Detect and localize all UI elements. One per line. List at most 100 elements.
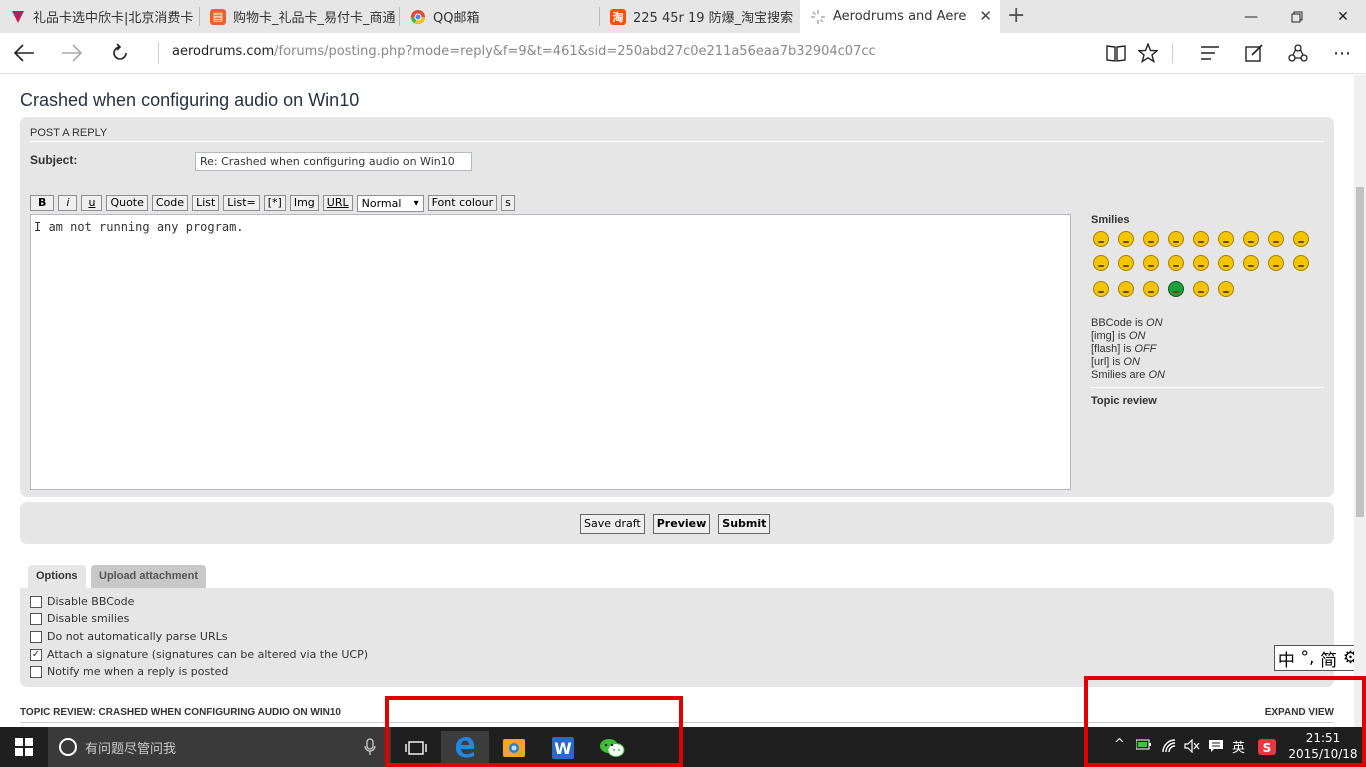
shop-icon: ▤: [210, 8, 226, 25]
smiley-icon[interactable]: [1118, 281, 1134, 297]
smiley-icon[interactable]: [1193, 231, 1209, 247]
smiley-icon[interactable]: [1168, 255, 1184, 271]
subject-input[interactable]: Re: Crashed when configuring audio on Wi…: [195, 152, 472, 171]
back-arrow-icon[interactable]: [8, 39, 40, 67]
flash-status-line: [flash] is OFF: [1091, 343, 1157, 355]
quote-button[interactable]: Quote: [106, 195, 148, 211]
code-button[interactable]: Code: [151, 195, 189, 211]
close-icon[interactable]: ✕: [979, 8, 992, 24]
submit-button[interactable]: Submit: [718, 514, 771, 534]
smiley-icon[interactable]: [1293, 255, 1309, 271]
highlight-box-taskbar-apps: [385, 696, 683, 767]
smiley-icon[interactable]: [1218, 231, 1234, 247]
option-notify-reply[interactable]: Notify me when a reply is posted: [30, 665, 228, 678]
favorite-star-icon[interactable]: [1132, 39, 1164, 67]
address-field[interactable]: aerodrums.com/forums/posting.php?mode=re…: [158, 42, 1058, 64]
smiley-icon[interactable]: [1118, 231, 1134, 247]
tab-2[interactable]: QQ邮箱: [400, 0, 600, 33]
font-size-select[interactable]: Normal ▾: [356, 195, 424, 212]
option-disable-smilies[interactable]: Disable smilies: [30, 612, 129, 625]
list-item-button[interactable]: [*]: [263, 195, 286, 211]
tab-options[interactable]: Options: [28, 565, 86, 588]
post-reply-heading: POST A REPLY: [30, 127, 108, 139]
ime-lang[interactable]: 中: [1278, 646, 1295, 671]
smiley-icon[interactable]: [1268, 231, 1284, 247]
smiley-icon[interactable]: [1218, 255, 1234, 271]
smiley-icon[interactable]: [1268, 255, 1284, 271]
checkbox[interactable]: [30, 630, 42, 643]
gear-icon[interactable]: ⚙: [1343, 648, 1354, 668]
topic-title: Crashed when configuring audio on Win10: [20, 90, 360, 110]
forward-arrow-icon[interactable]: [56, 39, 88, 67]
restore-button[interactable]: [1274, 0, 1320, 33]
tab-label: QQ邮箱: [433, 11, 480, 26]
checkbox[interactable]: [30, 665, 42, 678]
smiley-icon[interactable]: [1143, 281, 1159, 297]
share-icon[interactable]: [1282, 39, 1314, 67]
navigation-bar: aerodrums.com/forums/posting.php?mode=re…: [0, 33, 1366, 74]
list-button[interactable]: List: [192, 195, 220, 211]
smiley-icon[interactable]: [1143, 231, 1159, 247]
windows-start-icon[interactable]: [0, 730, 48, 764]
url-button[interactable]: URL: [322, 195, 353, 211]
ime-punct[interactable]: °,: [1301, 648, 1315, 668]
tab-4-active[interactable]: Aerodrums and Aered fo ✕: [800, 0, 1000, 33]
tab-label: 225 45r 19 防爆_淘宝搜索: [633, 11, 794, 26]
checkbox[interactable]: [30, 612, 42, 625]
option-attach-signature[interactable]: ✓ Attach a signature (signatures can be a…: [30, 648, 368, 661]
underline-button[interactable]: u: [81, 195, 103, 211]
tab-1[interactable]: ▤ 购物卡_礼品卡_易付卡_商通: [200, 0, 400, 33]
hub-icon[interactable]: [1194, 39, 1226, 67]
font-colour-button[interactable]: Font colour: [427, 195, 498, 211]
message-textarea[interactable]: I am not running any program.: [30, 214, 1071, 490]
cortana-search-box[interactable]: 有问题尽管问我: [48, 727, 391, 767]
bbcode-status-line: BBCode is ON: [1091, 317, 1163, 329]
smiley-icon[interactable]: [1293, 231, 1309, 247]
reading-view-icon[interactable]: [1100, 39, 1132, 67]
microphone-icon[interactable]: [364, 738, 376, 760]
smiley-icon[interactable]: [1143, 255, 1159, 271]
bbcode-toolbar: B i u Quote Code List List= [*] Img URL …: [30, 195, 515, 212]
smiley-icon[interactable]: [1168, 231, 1184, 247]
save-draft-button[interactable]: Save draft: [580, 514, 645, 534]
close-window-button[interactable]: ✕: [1320, 0, 1366, 33]
checkbox-checked[interactable]: ✓: [30, 648, 42, 661]
smiley-icon[interactable]: [1218, 281, 1234, 297]
smiley-icon[interactable]: [1243, 255, 1259, 271]
refresh-icon[interactable]: [104, 39, 136, 67]
page-scrollbar[interactable]: [1354, 75, 1366, 727]
smiley-icon[interactable]: [1168, 281, 1184, 297]
tab-3[interactable]: 淘 225 45r 19 防爆_淘宝搜索: [600, 0, 800, 33]
option-disable-bbcode[interactable]: Disable BBCode: [30, 595, 134, 608]
preview-button[interactable]: Preview: [652, 514, 711, 534]
smiley-icon[interactable]: [1093, 255, 1109, 271]
new-tab-button[interactable]: +: [1007, 3, 1025, 29]
more-icon[interactable]: ⋯: [1326, 39, 1358, 67]
tab-0[interactable]: 礼品卡选中欣卡|北京消费卡: [0, 0, 200, 33]
smiley-icon[interactable]: [1118, 255, 1134, 271]
topic-review-link[interactable]: Topic review: [1091, 395, 1157, 407]
smiley-icon[interactable]: [1243, 231, 1259, 247]
post-reply-panel: POST A REPLY Subject: Re: Crashed when c…: [20, 117, 1334, 497]
img-button[interactable]: Img: [289, 195, 319, 211]
smiley-icon[interactable]: [1193, 255, 1209, 271]
tab-upload-attachment[interactable]: Upload attachment: [91, 565, 207, 588]
smiley-icon[interactable]: [1193, 281, 1209, 297]
checkbox[interactable]: [30, 595, 42, 608]
option-no-parse-urls[interactable]: Do not automatically parse URLs: [30, 630, 228, 643]
ime-toolbar[interactable]: 中 °, 简 ⚙: [1274, 645, 1354, 671]
list-ordered-button[interactable]: List=: [223, 195, 260, 211]
smiley-icon[interactable]: [1093, 281, 1109, 297]
bold-button[interactable]: B: [30, 195, 55, 211]
topic-review-title: TOPIC REVIEW: CRASHED WHEN CONFIGURING A…: [20, 707, 341, 718]
font-size-value: Normal: [361, 197, 402, 210]
minimize-button[interactable]: —: [1228, 0, 1274, 33]
italic-button[interactable]: i: [58, 195, 78, 211]
ime-mode[interactable]: 简: [1320, 646, 1337, 671]
url-status-line: [url] is ON: [1091, 356, 1140, 368]
cortana-icon[interactable]: [58, 737, 78, 761]
smiley-icon[interactable]: [1093, 231, 1109, 247]
web-note-icon[interactable]: [1238, 39, 1270, 67]
scrollbar-thumb[interactable]: [1356, 187, 1364, 517]
strike-button[interactable]: s: [501, 195, 515, 211]
